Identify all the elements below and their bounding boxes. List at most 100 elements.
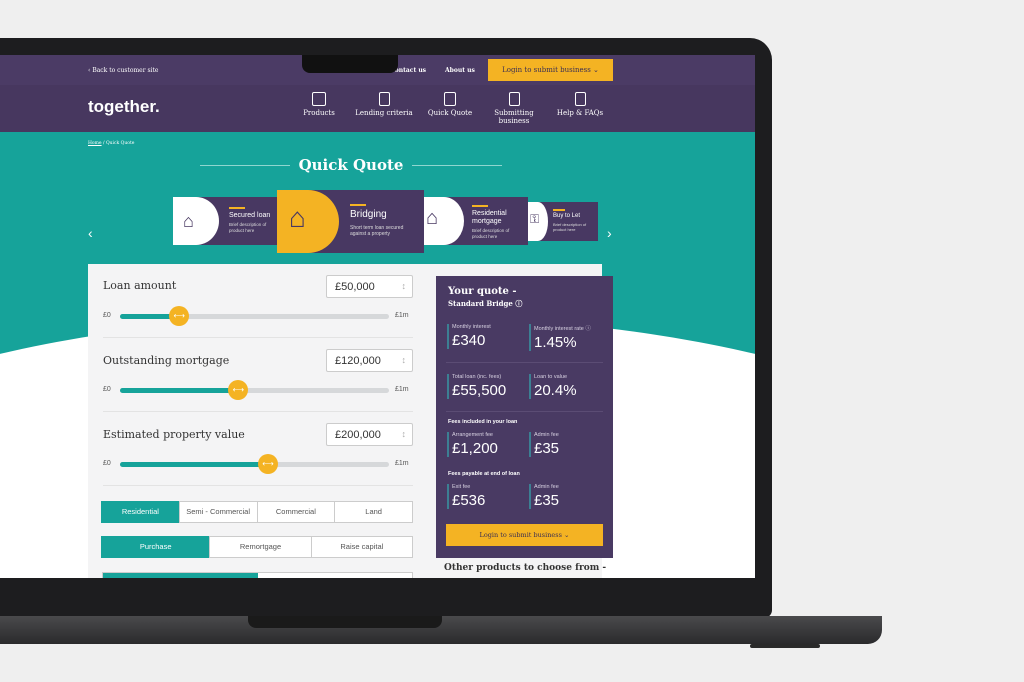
page-title: Quick Quote (298, 156, 404, 174)
outstanding-mortgage-input[interactable]: £120,000 ↕ (326, 349, 413, 372)
product-title: Secured loan (229, 212, 271, 219)
main-nav: together. Products Lending criteria Quic… (0, 85, 755, 132)
toggle-row (102, 572, 413, 578)
chevron-down-icon: ⌄ (564, 531, 570, 539)
input-value: £200,000 (335, 429, 381, 441)
property-value-slider[interactable]: ⟷ (120, 454, 389, 474)
slider-label: Estimated property value (103, 428, 245, 441)
option-commercial[interactable]: Commercial (256, 501, 336, 523)
nav-label: Products (303, 109, 335, 117)
option-residential[interactable]: Residential (101, 501, 180, 523)
fees-included-heading: Fees included in your loan (448, 419, 518, 425)
chevron-down-icon: ⌄ (593, 66, 599, 74)
product-card-bridging[interactable]: ⌂ Bridging Short term loan secured again… (277, 190, 424, 253)
slider-label: Outstanding mortgage (103, 354, 230, 367)
document-icon (378, 92, 390, 106)
nav-quick-quote[interactable]: Quick Quote (420, 92, 480, 117)
exit-fee: Exit fee £536 (447, 484, 485, 509)
houses-icon: ⌂ (289, 202, 306, 233)
title-rule (412, 165, 502, 166)
key-icon: ⚿ (530, 212, 540, 226)
button-label: Login to submit business (479, 531, 562, 539)
property-type-toggle: Residential Semi - Commercial Commercial… (101, 501, 413, 523)
slider-max: £1m (395, 386, 409, 393)
monthly-interest-rate: Monthly interest rate ⓘ 1.45% (529, 324, 591, 351)
quote-subtitle-text: Standard Bridge (448, 299, 513, 308)
slider-min: £0 (103, 386, 111, 393)
admin-fee-end: Admin fee £35 (529, 484, 559, 509)
slider-min: £0 (103, 312, 111, 319)
fees-end-heading: Fees payable at end of loan (448, 471, 520, 477)
nav-products[interactable]: Products (289, 92, 349, 117)
divider (103, 411, 413, 412)
arrangement-fee: Arrangement fee £1,200 (447, 432, 498, 457)
loan-to-value: Loan to value 20.4% (529, 374, 577, 399)
option-semi-commercial[interactable]: Semi - Commercial (178, 501, 258, 523)
property-value-input[interactable]: £200,000 ↕ (326, 423, 413, 446)
stepper-icon[interactable]: ↕ (402, 355, 407, 365)
admin-fee: Admin fee £35 (529, 432, 559, 457)
input-value: £120,000 (335, 355, 381, 367)
carousel-prev-icon[interactable]: ‹ (88, 225, 93, 241)
product-title: Bridging (350, 209, 387, 220)
quote-login-button[interactable]: Login to submit business ⌄ (446, 524, 603, 546)
house-lock-icon: ⌂ (183, 211, 194, 231)
total-loan: Total loan (inc. fees) £55,500 (447, 374, 506, 399)
product-desc: Short term loan secured against a proper… (350, 225, 404, 237)
quote-title: Your quote - (448, 286, 517, 297)
product-desc: Brief description of product here (472, 228, 510, 239)
nav-label: Lending criteria (355, 109, 413, 117)
back-link[interactable]: ‹ Back to customer site (88, 67, 158, 74)
slider-thumb[interactable]: ⟷ (169, 306, 190, 326)
loan-amount-slider[interactable]: ⟷ (120, 306, 389, 326)
carousel-next-icon[interactable]: › (607, 225, 612, 241)
product-card-secured-loan[interactable]: ⌂ Secured loan Brief description of prod… (173, 197, 281, 245)
divider (446, 411, 603, 412)
calculator-icon (444, 92, 456, 106)
slider-thumb[interactable]: ⟷ (257, 454, 278, 474)
product-desc: Brief description of product here (229, 222, 267, 233)
slider-min: £0 (103, 460, 111, 467)
stepper-icon[interactable]: ↕ (402, 281, 407, 291)
screen: ‹ Back to customer site Contact us About… (0, 55, 755, 578)
other-products-heading: Other products to choose from - (444, 563, 607, 573)
camera-notch (302, 55, 398, 73)
slider-max: £1m (395, 312, 409, 319)
product-card-buy-to-let[interactable]: ⚿ Buy to Let Brief description of produc… (528, 202, 598, 241)
divider (103, 337, 413, 338)
laptop-opening-notch (248, 616, 442, 628)
nav-lending-criteria[interactable]: Lending criteria (354, 92, 414, 117)
breadcrumb-home[interactable]: Home (88, 141, 102, 146)
info-icon[interactable]: ⓘ (585, 326, 591, 332)
nav-label: Help & FAQs (556, 109, 604, 117)
logo[interactable]: together. (88, 97, 160, 117)
product-card-residential-mortgage[interactable]: ⌂ Residential mortgage Brief description… (424, 197, 528, 245)
house-icon: ⌂ (426, 207, 439, 229)
option-purchase[interactable]: Purchase (101, 536, 211, 558)
outstanding-mortgage-slider[interactable]: ⟷ (120, 380, 389, 400)
nav-label: Submitting business (494, 109, 534, 125)
slider-thumb[interactable]: ⟷ (228, 380, 249, 400)
quote-panel: Your quote - Standard Bridge ⓘ Monthly i… (436, 276, 613, 558)
about-link[interactable]: About us (445, 67, 475, 74)
purpose-toggle: Purchase Remortgage Raise capital (101, 536, 413, 558)
option-land[interactable]: Land (334, 501, 413, 523)
briefcase-icon (312, 92, 326, 106)
breadcrumb-current: Quick Quote (105, 141, 135, 146)
product-desc: Brief description of product here (553, 222, 587, 232)
login-button[interactable]: Login to submit business ⌄ (488, 59, 613, 81)
option-remortgage[interactable]: Remortgage (209, 536, 312, 558)
breadcrumb: Home / Quick Quote (88, 141, 135, 146)
slider-label: Loan amount (103, 279, 177, 292)
quote-subtitle: Standard Bridge ⓘ (448, 299, 522, 309)
back-link-label: Back to customer site (92, 67, 159, 74)
slider-max: £1m (395, 460, 409, 467)
divider (103, 485, 413, 486)
laptop-foot (750, 644, 820, 648)
loan-amount-input[interactable]: £50,000 ↕ (326, 275, 413, 298)
nav-submitting-business[interactable]: Submitting business (484, 92, 544, 125)
option-raise-capital[interactable]: Raise capital (310, 536, 413, 558)
help-icon[interactable]: ⓘ (515, 299, 522, 308)
stepper-icon[interactable]: ↕ (402, 429, 407, 439)
nav-help[interactable]: Help & FAQs (550, 92, 610, 117)
